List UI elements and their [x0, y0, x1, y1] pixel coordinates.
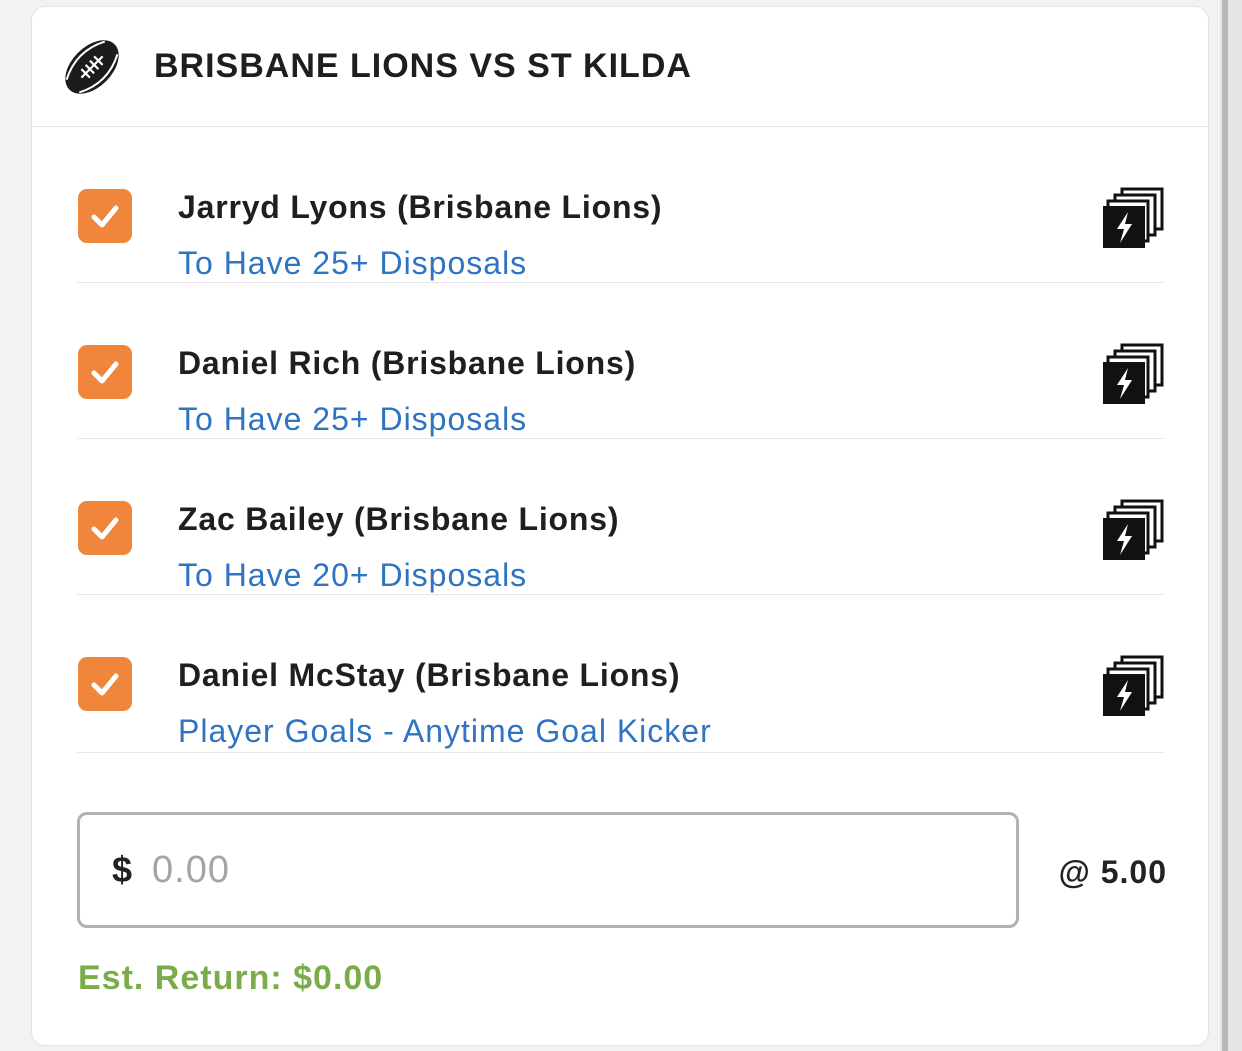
- same-game-multi-icon[interactable]: [1102, 187, 1164, 249]
- stake-field[interactable]: $: [77, 812, 1019, 928]
- market-link[interactable]: To Have 25+ Disposals: [178, 245, 527, 282]
- stake-input[interactable]: [150, 847, 855, 893]
- player-name: Zac Bailey (Brisbane Lions): [178, 501, 620, 537]
- estimated-return: Est. Return: $0.00: [78, 959, 384, 997]
- market-link[interactable]: Player Goals - Anytime Goal Kicker: [178, 713, 712, 750]
- football-icon: [60, 35, 124, 99]
- checkmark-icon: [91, 673, 119, 696]
- market-link[interactable]: To Have 20+ Disposals: [178, 557, 527, 594]
- selection-checkbox[interactable]: [78, 345, 132, 399]
- selection-row: Zac Bailey (Brisbane Lions) To Have 20+ …: [77, 439, 1164, 595]
- selection-list: Jarryd Lyons (Brisbane Lions) To Have 25…: [77, 127, 1164, 753]
- checkmark-icon: [91, 361, 119, 384]
- selection-checkbox[interactable]: [78, 657, 132, 711]
- player-name: Daniel McStay (Brisbane Lions): [178, 657, 681, 693]
- scrollbar[interactable]: [1220, 0, 1242, 1051]
- currency-symbol: $: [112, 849, 133, 890]
- checkmark-icon: [91, 205, 119, 228]
- player-name: Jarryd Lyons (Brisbane Lions): [178, 189, 663, 225]
- selection-row: Daniel Rich (Brisbane Lions) To Have 25+…: [77, 283, 1164, 439]
- same-game-multi-icon[interactable]: [1102, 499, 1164, 561]
- odds-label: @ 5.00: [1058, 854, 1167, 890]
- player-name: Daniel Rich (Brisbane Lions): [178, 345, 637, 381]
- same-game-multi-icon[interactable]: [1102, 655, 1164, 717]
- card-header: BRISBANE LIONS VS ST KILDA: [32, 7, 1208, 127]
- selection-checkbox[interactable]: [78, 501, 132, 555]
- market-link[interactable]: To Have 25+ Disposals: [178, 401, 527, 438]
- selection-checkbox[interactable]: [78, 189, 132, 243]
- bet-card: BRISBANE LIONS VS ST KILDA Jarryd Lyons …: [31, 6, 1209, 1046]
- stake-row: $ @ 5.00: [77, 812, 1167, 930]
- checkmark-icon: [91, 517, 119, 540]
- selection-row: Daniel McStay (Brisbane Lions) Player Go…: [77, 595, 1164, 753]
- selection-row: Jarryd Lyons (Brisbane Lions) To Have 25…: [77, 127, 1164, 283]
- match-title: BRISBANE LIONS VS ST KILDA: [154, 47, 692, 85]
- same-game-multi-icon[interactable]: [1102, 343, 1164, 405]
